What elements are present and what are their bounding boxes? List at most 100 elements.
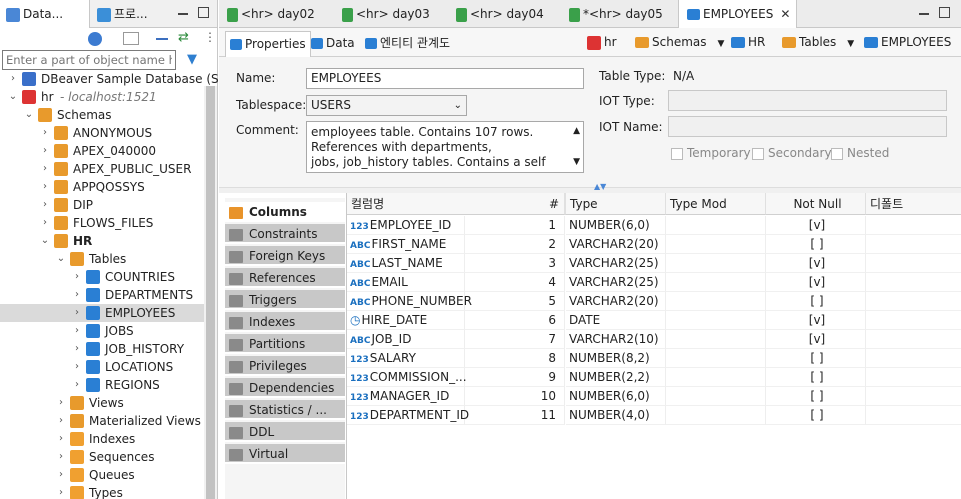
new-connection-icon[interactable] (88, 32, 102, 46)
cell-column-name[interactable]: 123MANAGER_ID (347, 387, 465, 406)
cell-notnull[interactable]: [ ] (766, 292, 866, 311)
cell-default[interactable] (866, 235, 961, 254)
scroll-down-icon[interactable]: ▼ (573, 155, 580, 170)
tablespace-select[interactable]: USERS ⌄ (306, 95, 467, 116)
cell-notnull[interactable]: [v] (766, 311, 866, 330)
close-icon[interactable]: ✕ (780, 7, 790, 21)
section-tab-dependencies[interactable]: Dependencies (225, 378, 345, 398)
expand-arrow-icon[interactable]: ⌄ (24, 106, 34, 124)
filter-icon[interactable]: ▼ (187, 53, 197, 67)
section-tab-virtual[interactable]: Virtual (225, 444, 345, 464)
collapse-arrow-icon[interactable]: › (72, 376, 82, 394)
col-header-number[interactable]: # (465, 193, 565, 215)
cell-notnull[interactable]: [ ] (766, 368, 866, 387)
cell-type-mod[interactable] (666, 387, 766, 406)
cell-default[interactable] (866, 254, 961, 273)
cell-column-name[interactable]: ◷HIRE_DATE (347, 311, 465, 330)
breadcrumb-schemas[interactable]: Schemas ▼ (635, 35, 724, 49)
expand-arrow-icon[interactable]: ⌄ (56, 250, 66, 268)
tree-node[interactable]: ⌄ Tables (0, 250, 204, 268)
col-header-default[interactable]: 디폴트 (866, 193, 961, 215)
cell-dtype[interactable]: NUMBER(8,2) (566, 349, 666, 368)
tab-projects[interactable]: 프로... (91, 0, 159, 28)
breadcrumb-hr[interactable]: hr (587, 35, 617, 50)
collapse-arrow-icon[interactable]: › (72, 268, 82, 286)
tree-node[interactable]: › Sequences (0, 448, 204, 466)
collapse-icon[interactable] (156, 38, 168, 40)
table-row[interactable]: 123MANAGER_ID 10 NUMBER(6,0)[ ] (347, 387, 961, 406)
cell-dtype[interactable]: NUMBER(2,2) (566, 368, 666, 387)
expand-arrow-icon[interactable]: ⌄ (40, 232, 50, 250)
cell-dtype[interactable]: VARCHAR2(25) (566, 273, 666, 292)
section-tab-columns[interactable]: Columns (225, 202, 345, 222)
cell-notnull[interactable]: [v] (766, 254, 866, 273)
section-tab-partitions[interactable]: Partitions (225, 334, 345, 354)
collapse-arrow-icon[interactable]: › (40, 214, 50, 232)
cell-num[interactable]: 2 (465, 235, 565, 254)
table-row[interactable]: ABCLAST_NAME 3 VARCHAR2(25) [v] (347, 254, 961, 273)
table-row[interactable]: ABCFIRST_NAME 2 VARCHAR2(20)[ ] (347, 235, 961, 254)
collapse-arrow-icon[interactable]: › (72, 358, 82, 376)
col-header-type-mod[interactable]: Type Mod (666, 193, 766, 215)
section-tab-constraints[interactable]: Constraints (225, 224, 345, 244)
tree-node[interactable]: › JOBS (0, 322, 204, 340)
tab-day05[interactable]: *<hr> day05 (561, 0, 676, 28)
collapse-arrow-icon[interactable]: › (56, 466, 66, 484)
cell-column-name[interactable]: ABCPHONE_NUMBER (347, 292, 472, 311)
collapse-arrow-icon[interactable]: › (72, 286, 82, 304)
collapse-arrow-icon[interactable]: › (40, 124, 50, 142)
tree-node[interactable]: › ANONYMOUS (0, 124, 204, 142)
collapse-arrow-icon[interactable]: › (56, 412, 66, 430)
tree-node[interactable]: › LOCATIONS (0, 358, 204, 376)
cell-num[interactable]: 4 (465, 273, 565, 292)
cell-num[interactable]: 5 (465, 292, 565, 311)
cell-column-name[interactable]: ABCEMAIL (347, 273, 465, 292)
tab-day04[interactable]: <hr> day04 (448, 0, 560, 28)
tree-node[interactable]: ⌄ hr - localhost:1521 (0, 88, 204, 106)
cell-default[interactable] (866, 406, 961, 425)
cell-default[interactable] (866, 349, 961, 368)
collapse-arrow-icon[interactable]: › (8, 70, 18, 88)
cell-column-name[interactable]: 123DEPARTMENT_ID (347, 406, 469, 425)
cell-dtype[interactable]: VARCHAR2(25) (566, 254, 666, 273)
cell-notnull[interactable]: [ ] (766, 387, 866, 406)
cell-num[interactable]: 9 (465, 368, 565, 387)
cell-default[interactable] (866, 216, 961, 235)
tree-node[interactable]: ⌄ Schemas (0, 106, 204, 124)
cell-column-name[interactable]: ABCFIRST_NAME (347, 235, 465, 254)
cell-dtype[interactable]: DATE (566, 311, 666, 330)
cell-num[interactable]: 10 (465, 387, 565, 406)
tree-node[interactable]: › Indexes (0, 430, 204, 448)
chevron-down-icon[interactable]: ▼ (718, 39, 725, 49)
cell-dtype[interactable]: NUMBER(6,0) (566, 216, 666, 235)
tab-day02[interactable]: <hr> day02 (219, 0, 331, 28)
table-row[interactable]: ◷HIRE_DATE 6 DATE [v] (347, 311, 961, 330)
cell-column-name[interactable]: 123SALARY (347, 349, 465, 368)
tree-node[interactable]: › DEPARTMENTS (0, 286, 204, 304)
name-field[interactable]: EMPLOYEES (306, 68, 584, 89)
collapse-arrow-icon[interactable]: › (56, 448, 66, 466)
cell-type-mod[interactable] (666, 368, 766, 387)
collapse-arrow-icon[interactable]: › (40, 160, 50, 178)
cell-dtype[interactable]: VARCHAR2(10) (566, 330, 666, 349)
table-row[interactable]: 123SALARY 8 NUMBER(8,2)[ ] (347, 349, 961, 368)
tree-node[interactable]: ⌄ HR (0, 232, 204, 250)
cell-num[interactable]: 3 (465, 254, 565, 273)
cell-type-mod[interactable] (666, 292, 766, 311)
maximize-icon[interactable] (198, 7, 209, 18)
scroll-up-icon[interactable]: ▲ (573, 124, 580, 139)
section-tab-privileges[interactable]: Privileges (225, 356, 345, 376)
breadcrumb-hr-schema[interactable]: HR (731, 35, 765, 49)
col-header-type[interactable]: Type (566, 193, 666, 215)
cell-default[interactable] (866, 330, 961, 349)
minimize-icon[interactable] (178, 13, 188, 15)
tab-employees[interactable]: EMPLOYEES ✕ (678, 0, 797, 29)
tree-node[interactable]: › APPQOSSYS (0, 178, 204, 196)
collapse-arrow-icon[interactable]: › (40, 178, 50, 196)
table-row[interactable]: ABCJOB_ID 7 VARCHAR2(10) [v] (347, 330, 961, 349)
cell-num[interactable]: 6 (465, 311, 565, 330)
cell-notnull[interactable]: [ ] (766, 349, 866, 368)
cell-default[interactable] (866, 387, 961, 406)
cell-num[interactable]: 1 (465, 216, 565, 235)
collapse-arrow-icon[interactable]: › (72, 340, 82, 358)
